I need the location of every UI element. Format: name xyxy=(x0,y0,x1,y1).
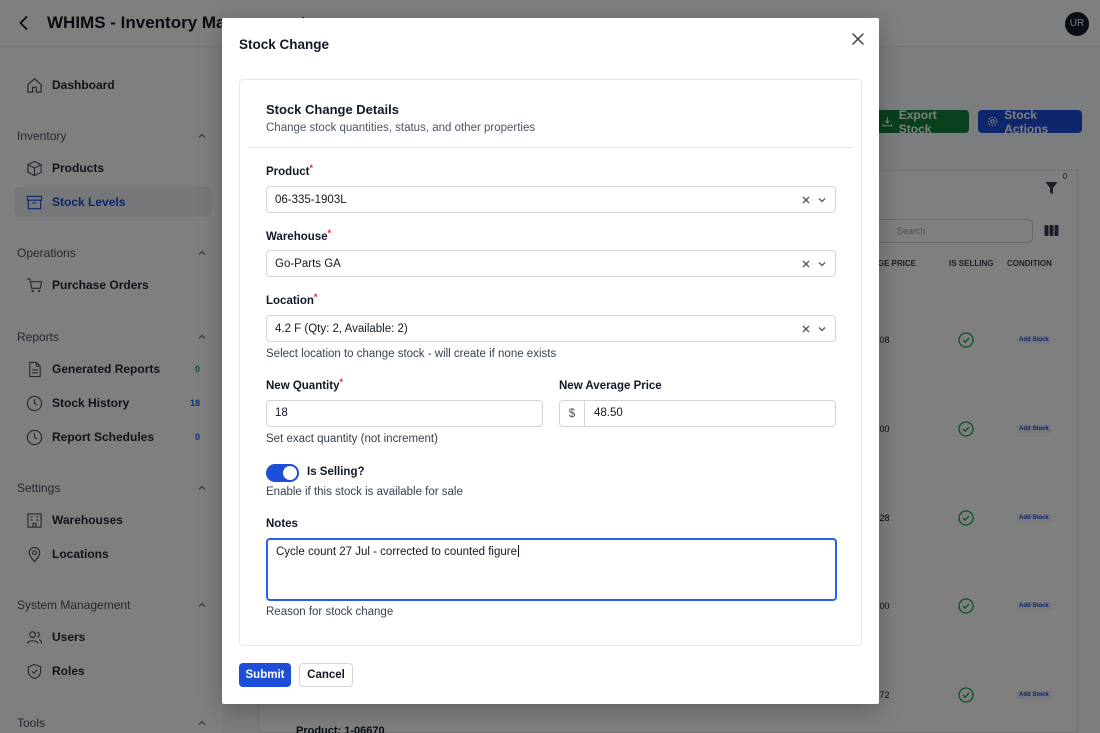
notes-textarea[interactable]: Cycle count 27 Jul - corrected to counte… xyxy=(266,538,837,601)
warehouse-label: Warehouse* xyxy=(266,228,332,243)
notes-value: Cycle count 27 Jul - corrected to counte… xyxy=(276,546,517,558)
notes-label: Notes xyxy=(266,518,298,530)
chevron-down-icon[interactable] xyxy=(817,324,827,334)
is-selling-label: Is Selling? xyxy=(307,466,365,478)
required-mark: * xyxy=(309,163,313,173)
submit-button[interactable]: Submit xyxy=(239,663,291,687)
average-price-input[interactable]: 48.50 xyxy=(585,401,632,426)
product-label-text: Product xyxy=(266,166,310,178)
product-label: Product* xyxy=(266,163,313,178)
cancel-button[interactable]: Cancel xyxy=(299,663,353,687)
close-icon[interactable] xyxy=(850,31,866,47)
quantity-label-text: New Quantity xyxy=(266,380,340,392)
location-select[interactable]: 4.2 F (Qty: 2, Available: 2) xyxy=(266,315,836,342)
chevron-down-icon[interactable] xyxy=(817,195,827,205)
required-mark: * xyxy=(327,228,332,238)
divider xyxy=(249,147,853,148)
notes-help-text: Reason for stock change xyxy=(266,606,394,618)
card-subtitle: Change stock quantities, status, and oth… xyxy=(266,122,536,134)
average-price-field[interactable]: $ 48.50 xyxy=(559,400,836,427)
required-mark: * xyxy=(313,292,318,302)
clear-icon[interactable] xyxy=(801,324,811,334)
stock-change-dialog: Stock Change Stock Change Details Change… xyxy=(222,18,879,704)
is-selling-help-text: Enable if this stock is available for sa… xyxy=(266,486,463,498)
toggle-knob xyxy=(283,466,297,480)
location-value: 4.2 F (Qty: 2, Available: 2) xyxy=(275,322,408,335)
price-label: New Average Price xyxy=(559,380,662,392)
location-label-text: Location xyxy=(266,295,314,307)
chevron-down-icon[interactable] xyxy=(817,259,827,269)
currency-prefix: $ xyxy=(560,401,585,426)
quantity-input[interactable]: 18 xyxy=(266,400,543,427)
warehouse-select[interactable]: Go-Parts GA xyxy=(266,250,836,277)
warehouse-value: Go-Parts GA xyxy=(275,257,341,270)
dialog-title: Stock Change xyxy=(239,37,330,52)
product-value: 06-335-1903L xyxy=(275,193,347,206)
stock-change-details-card: Stock Change Details Change stock quanti… xyxy=(239,79,862,646)
clear-icon[interactable] xyxy=(801,195,811,205)
warehouse-label-text: Warehouse xyxy=(266,231,328,243)
product-select[interactable]: 06-335-1903L xyxy=(266,186,836,213)
clear-icon[interactable] xyxy=(801,259,811,269)
card-title: Stock Change Details xyxy=(266,102,399,117)
quantity-help-text: Set exact quantity (not increment) xyxy=(266,433,438,445)
text-cursor xyxy=(518,545,519,557)
location-label: Location* xyxy=(266,292,318,307)
required-mark: * xyxy=(339,377,343,387)
is-selling-toggle[interactable] xyxy=(266,464,299,482)
location-help-text: Select location to change stock - will c… xyxy=(266,348,557,360)
quantity-label: New Quantity* xyxy=(266,377,343,392)
